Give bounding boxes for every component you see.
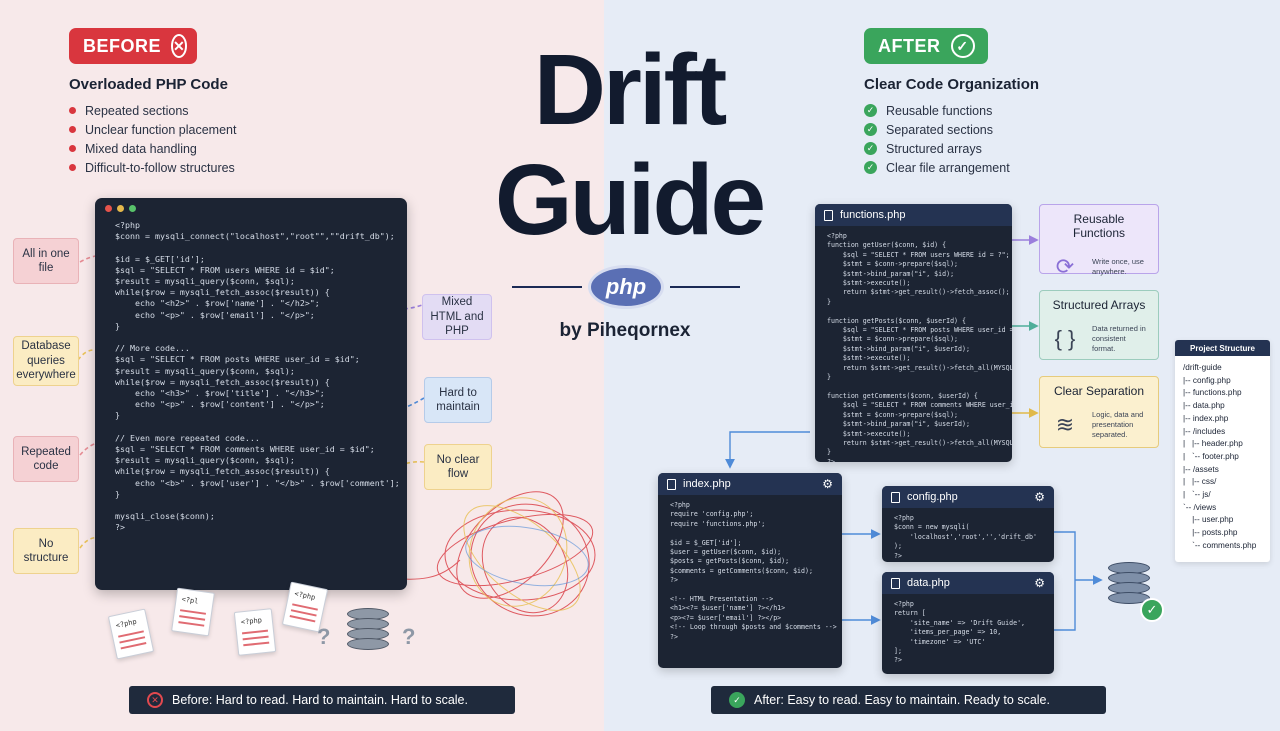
list-item: ✓ Clear file arrangement: [864, 158, 1010, 177]
card-reusable: Reusable Functions ⟳ Write once, use anyw…: [1039, 204, 1159, 279]
tag-hard: Hard to maintain: [424, 377, 492, 423]
after-banner: ✓ After: Easy to read. Easy to maintain.…: [711, 686, 1106, 714]
check-icon: ✓: [864, 123, 877, 136]
check-icon: ✓: [864, 104, 877, 117]
after-list: ✓ Reusable functions ✓ Separated sections …: [864, 101, 1010, 177]
before-badge-label: BEFORE: [83, 35, 162, 56]
list-item: Mixed data handling: [69, 139, 236, 158]
list-item: ✓ Structured arrays: [864, 139, 1010, 158]
list-item: ✓ Reusable functions: [864, 101, 1010, 120]
functions-code: <?php function getUser($conn, $id) { $sq…: [827, 232, 1012, 462]
tag-repeated: Repeated code: [13, 436, 79, 482]
before-banner: ✕ Before: Hard to read. Hard to maintain…: [129, 686, 515, 714]
x-circle-icon: ✕: [171, 34, 188, 58]
messy-code: <?php $conn = mysqli_connect("localhost"…: [115, 220, 400, 533]
before-banner-text: Before: Hard to read. Hard to maintain. …: [172, 693, 468, 707]
index-code: <?php require 'config.php'; require 'fun…: [670, 501, 837, 641]
tree-item: |-- functions.php: [1183, 388, 1242, 398]
file-functions: functions.php <?php function getUser($co…: [815, 204, 1012, 462]
scattered-page: <?php: [233, 608, 277, 656]
tag-no-structure: No structure: [13, 528, 79, 574]
tree-item: |-- data.php: [1183, 401, 1225, 411]
title-line2: Guide: [494, 144, 766, 256]
tree-item: |-- posts.php: [1183, 528, 1238, 538]
check-icon: ✓: [864, 142, 877, 155]
tree-item: `-- /views: [1183, 502, 1217, 512]
list-item: Unclear function placement: [69, 120, 236, 139]
file-icon: [667, 478, 676, 490]
project-structure: Project Structure /drift-guide |-- config…: [1175, 340, 1270, 562]
file-icon: [891, 491, 900, 503]
tree-item: |-- /includes: [1183, 426, 1226, 436]
file-header: config.php ⚙: [882, 486, 1054, 508]
tree-item: |-- user.php: [1183, 515, 1234, 525]
project-structure-title: Project Structure: [1175, 340, 1270, 356]
gear-icon: ⚙: [822, 477, 833, 491]
after-heading: Clear Code Organization: [864, 76, 1040, 93]
window-controls: [105, 205, 136, 212]
refresh-icon: ⟳: [1055, 254, 1075, 279]
list-item: Difficult-to-follow structures: [69, 158, 236, 177]
after-banner-text: After: Easy to read. Easy to maintain. R…: [754, 693, 1050, 707]
tree-item: |-- index.php: [1183, 413, 1229, 423]
check-circle-icon: ✓: [1140, 598, 1164, 622]
card-arrays: Structured Arrays { } Data returned in co…: [1039, 290, 1159, 360]
logo-rule-left: [512, 286, 582, 288]
check-circle-icon: ✓: [729, 692, 745, 708]
list-item: Repeated sections: [69, 101, 236, 120]
file-header: functions.php: [815, 204, 1012, 226]
tag-mixed: Mixed HTML and PHP: [422, 294, 492, 340]
byline: by Piheqornex: [559, 320, 691, 341]
database-icon: [1108, 562, 1150, 604]
before-list: Repeated sections Unclear function place…: [69, 101, 236, 177]
data-code: <?php return [ 'site_name' => 'Drift Gui…: [894, 600, 1026, 665]
card-separation: Clear Separation ≋ Logic, data and presen…: [1039, 376, 1159, 448]
tag-all-in-one: All in one file: [13, 238, 79, 284]
tree-item: | `-- js/: [1183, 490, 1211, 500]
php-logo: php: [588, 265, 664, 309]
layers-icon: ≋: [1055, 412, 1075, 437]
file-icon: [824, 209, 833, 221]
scattered-page: <?pl: [171, 587, 215, 637]
database-icon: [347, 608, 389, 650]
x-circle-icon: ✕: [147, 692, 163, 708]
file-header: index.php ⚙: [658, 473, 842, 495]
list-item: ✓ Separated sections: [864, 120, 1010, 139]
messy-code-window: <?php $conn = mysqli_connect("localhost"…: [95, 198, 407, 590]
file-header: data.php ⚙: [882, 572, 1054, 594]
tag-db-queries: Database queries everywhere: [13, 336, 79, 386]
file-index: index.php ⚙ <?php require 'config.php'; r…: [658, 473, 842, 668]
tree-item: | |-- header.php: [1183, 439, 1243, 449]
check-circle-icon: ✓: [950, 34, 975, 58]
tag-no-flow: No clear flow: [424, 444, 492, 490]
tree-item: `-- comments.php: [1183, 540, 1257, 550]
braces-icon: { }: [1054, 326, 1076, 351]
file-data: data.php ⚙ <?php return [ 'site_name' => …: [882, 572, 1054, 674]
before-badge: BEFORE ✕: [69, 28, 197, 64]
title-line1: Drift: [533, 34, 728, 146]
tree-item: |-- config.php: [1183, 375, 1231, 385]
before-heading: Overloaded PHP Code: [69, 76, 228, 93]
question-mark-icon: ?: [402, 624, 416, 649]
tree-item: | `-- footer.php: [1183, 451, 1239, 461]
gear-icon: ⚙: [1034, 576, 1045, 590]
after-badge: AFTER ✓: [864, 28, 988, 64]
gear-icon: ⚙: [1034, 490, 1045, 504]
file-icon: [891, 577, 900, 589]
tree-item: |-- /assets: [1183, 464, 1219, 474]
config-code: <?php $conn = new mysqli( 'localhost','r…: [894, 514, 1037, 560]
check-icon: ✓: [864, 161, 877, 174]
question-mark-icon: ?: [317, 624, 331, 649]
tree-item: | |-- css/: [1183, 477, 1217, 487]
tree-item: /drift-guide: [1183, 363, 1222, 372]
project-tree: /drift-guide |-- config.php |-- functions.…: [1175, 356, 1270, 553]
file-config: config.php ⚙ <?php $conn = new mysqli( 'l…: [882, 486, 1054, 562]
logo-rule-right: [670, 286, 740, 288]
after-badge-label: AFTER: [878, 35, 941, 56]
